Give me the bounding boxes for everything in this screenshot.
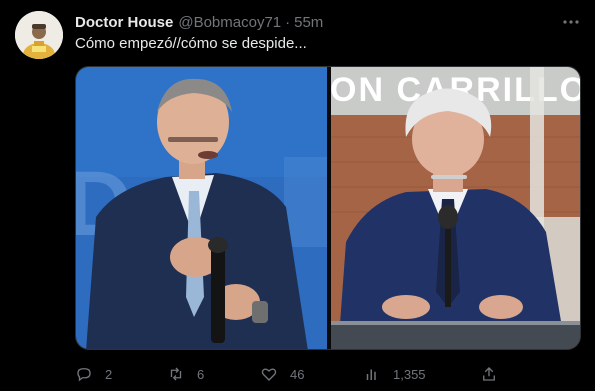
retweet-icon bbox=[170, 367, 182, 381]
reply-icon bbox=[77, 368, 91, 382]
reply-button[interactable]: 2 bbox=[75, 362, 112, 386]
more-horizontal-icon[interactable] bbox=[561, 12, 581, 32]
tweet-text: Cómo empezó//cómo se despide... bbox=[75, 35, 307, 52]
author-handle[interactable]: @Bobmacoy71 bbox=[178, 14, 281, 31]
tweet-actions: 2 6 46 1,355 bbox=[75, 362, 505, 386]
left-photo[interactable]: D bbox=[76, 67, 327, 350]
header-separator: · bbox=[285, 13, 291, 31]
share-icon bbox=[483, 367, 495, 381]
author-name[interactable]: Doctor House bbox=[75, 14, 173, 31]
avatar[interactable] bbox=[15, 11, 63, 59]
tweet-media[interactable]: D ON CARRILLO bbox=[75, 66, 581, 350]
views-button[interactable]: 1,355 bbox=[363, 362, 426, 386]
tweet-header: Doctor House @Bobmacoy71 · 55m bbox=[75, 12, 579, 32]
share-button[interactable] bbox=[480, 362, 510, 386]
tweet-timestamp[interactable]: 55m bbox=[294, 14, 323, 31]
retweet-button[interactable]: 6 bbox=[167, 362, 204, 386]
views-icon bbox=[366, 369, 376, 380]
retweet-count: 6 bbox=[197, 366, 205, 382]
like-button[interactable]: 46 bbox=[260, 362, 304, 386]
heart-icon bbox=[261, 368, 277, 381]
views-count: 1,355 bbox=[393, 366, 426, 382]
right-photo[interactable]: ON CARRILLO bbox=[330, 67, 581, 350]
reply-count: 2 bbox=[105, 366, 113, 382]
like-count: 46 bbox=[290, 366, 305, 382]
